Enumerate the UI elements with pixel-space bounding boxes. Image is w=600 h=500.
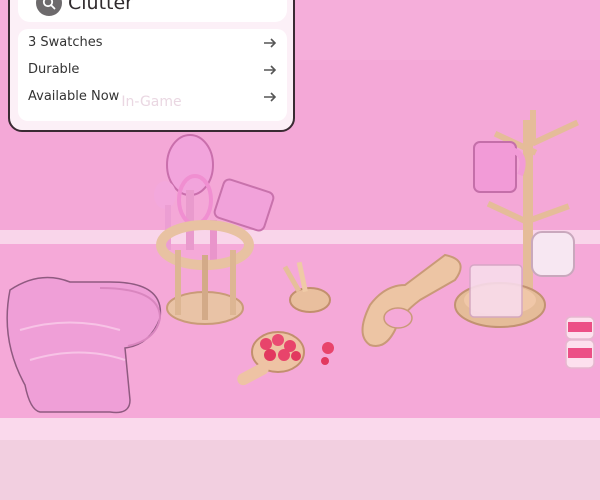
search-button[interactable] [36,0,62,16]
search-panel: Clutter 3 Swatches Durable Available Now… [8,0,295,132]
arrow-right-icon [264,64,277,75]
in-game-watermark: In-Game [121,94,182,110]
list-item-swatches[interactable]: 3 Swatches [18,29,287,56]
counter-edge [0,418,600,440]
search-title: Clutter [68,0,133,14]
arrow-right-icon [264,37,277,48]
list-item-label: Durable [28,62,80,77]
search-icon [42,0,56,10]
backsplash-edge [0,230,600,244]
list-item-durable[interactable]: Durable [18,56,287,83]
search-bar[interactable]: Clutter [18,0,287,22]
counter-front [0,440,600,500]
jars [565,316,595,369]
list-item-label: 3 Swatches [28,35,103,50]
